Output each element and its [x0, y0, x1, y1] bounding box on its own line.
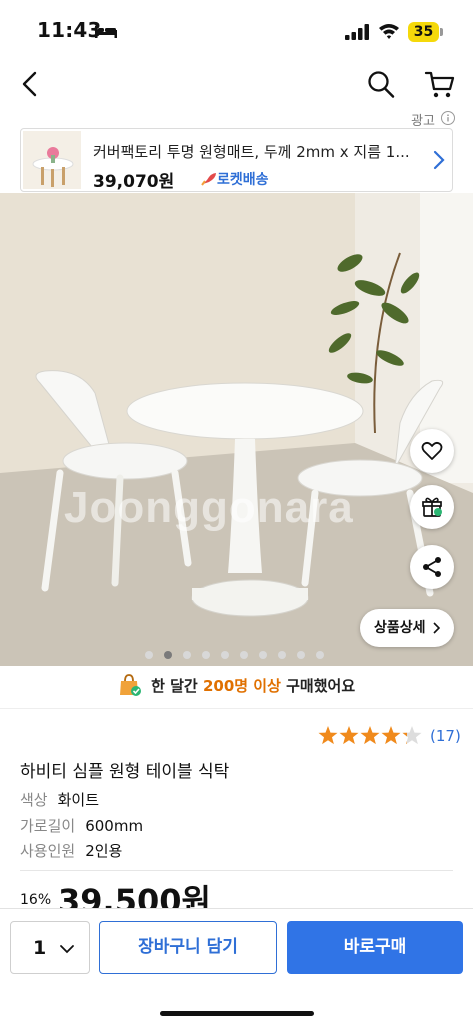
buy-now-button[interactable]: 바로구매: [287, 921, 463, 974]
bottom-action-bar: 1 장바구니 담기 바로구매: [0, 908, 473, 1024]
chevron-right-icon: [433, 622, 440, 634]
quantity-value: 1: [33, 937, 47, 959]
option-value: 600mm: [85, 817, 144, 835]
shopping-bag-icon: [119, 674, 141, 696]
watermark: Joonggonara: [64, 483, 354, 532]
gift-icon: [422, 497, 442, 517]
divider: [20, 870, 453, 871]
chevron-down-icon: [60, 945, 74, 954]
search-icon[interactable]: [366, 68, 396, 100]
option-row-width: 가로길이 600mm: [20, 815, 143, 836]
rocket-icon: [201, 173, 216, 186]
status-bar: 11:43 35: [0, 0, 473, 62]
option-key: 사용인원: [20, 842, 76, 860]
product-image[interactable]: Joonggonara 상품상세: [0, 193, 473, 666]
gift-button[interactable]: [410, 485, 454, 529]
add-to-cart-button[interactable]: 장바구니 담기: [99, 921, 277, 974]
option-row-color: 색상 화이트: [20, 789, 99, 810]
rating-stars[interactable]: [318, 726, 424, 746]
share-button[interactable]: [410, 545, 454, 589]
product-photo: [0, 193, 473, 666]
option-key: 색상: [20, 791, 48, 809]
discount-rate: 16%: [20, 892, 52, 908]
divider: [0, 708, 473, 709]
star-icon: [360, 726, 380, 745]
option-value: 화이트: [57, 791, 100, 809]
carousel-dot[interactable]: [240, 651, 248, 659]
carousel-dot[interactable]: [316, 651, 324, 659]
product-detail-button[interactable]: 상품상세: [360, 609, 454, 647]
signal-icon: [345, 24, 369, 40]
battery-indicator: 35: [408, 22, 439, 42]
ad-thumbnail: [23, 131, 81, 189]
chevron-right-icon: [433, 150, 445, 170]
rocket-delivery-badge: 로켓배송: [201, 169, 269, 189]
review-count-link[interactable]: (17): [430, 727, 461, 745]
purchase-highlight: 200명 이상: [202, 677, 281, 695]
option-row-capacity: 사용인원 2인용: [20, 840, 122, 861]
star-icon: [381, 726, 401, 745]
back-arrow-icon[interactable]: [18, 68, 46, 100]
carousel-dot[interactable]: [145, 651, 153, 659]
carousel-dot[interactable]: [221, 651, 229, 659]
ad-label: 광고: [411, 114, 435, 129]
info-icon[interactable]: [441, 111, 455, 125]
carousel-dot[interactable]: [183, 651, 191, 659]
heart-icon: [421, 441, 443, 460]
share-icon: [423, 557, 441, 577]
star-icon: [339, 726, 359, 745]
product-title: 하비티 심플 원형 테이블 식탁: [20, 762, 230, 782]
wifi-icon: [379, 24, 399, 39]
status-time: 11:43: [37, 18, 102, 42]
star-icon: [318, 726, 338, 745]
ad-price: 39,070원: [93, 172, 175, 192]
quantity-select[interactable]: 1: [10, 921, 90, 974]
rocket-label: 로켓배송: [217, 172, 269, 188]
battery-tip: [440, 28, 443, 36]
product-detail-label: 상품상세: [374, 620, 426, 636]
carousel-dot[interactable]: [202, 651, 210, 659]
ad-title: 커버팩토리 투명 원형매트, 두께 2mm x 지름 1...: [93, 143, 410, 161]
wishlist-button[interactable]: [410, 429, 454, 473]
purchase-suffix: 구매했어요: [286, 677, 356, 695]
ad-banner[interactable]: 커버팩토리 투명 원형매트, 두께 2mm x 지름 1... 39,070원 …: [20, 128, 453, 192]
bed-icon: [95, 26, 117, 38]
carousel-dot[interactable]: [278, 651, 286, 659]
carousel-dot[interactable]: [297, 651, 305, 659]
option-value: 2인용: [85, 842, 123, 860]
carousel-dot[interactable]: [259, 651, 267, 659]
purchase-prefix: 한 달간: [151, 677, 198, 695]
option-key: 가로길이: [20, 817, 76, 835]
carousel-dot[interactable]: [164, 651, 172, 659]
purchase-count: 한 달간 200명 이상 구매했어요: [0, 673, 473, 701]
cart-icon[interactable]: [424, 68, 456, 100]
home-indicator: [160, 1011, 314, 1016]
